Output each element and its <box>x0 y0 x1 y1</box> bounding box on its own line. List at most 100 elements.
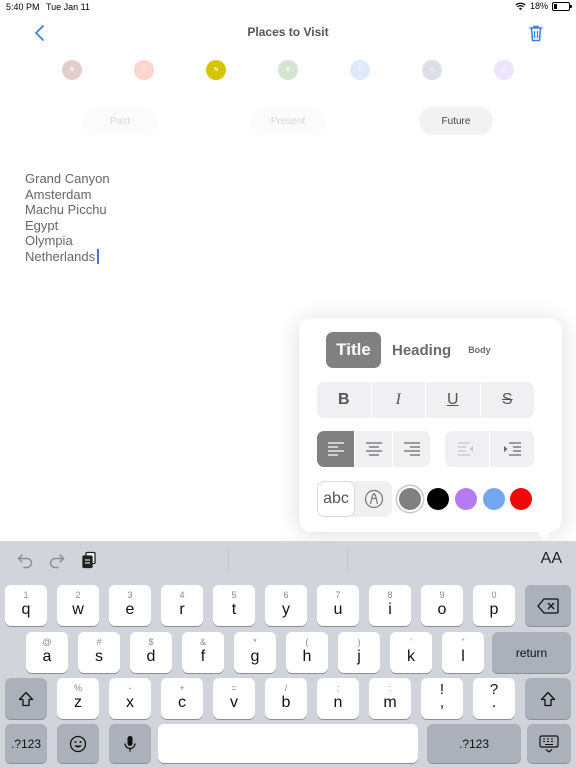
category-dots: R I N B F I S <box>0 60 576 82</box>
status-right: 18% <box>515 1 572 11</box>
undo-icon[interactable] <box>16 551 34 569</box>
key-z[interactable]: % z <box>57 678 99 719</box>
align-right-button[interactable] <box>393 431 430 467</box>
align-right-icon <box>403 442 420 456</box>
color-swatch[interactable] <box>455 488 477 510</box>
key-n[interactable]: ; n <box>317 678 359 719</box>
tab-present[interactable]: Present <box>251 107 325 135</box>
key-p[interactable]: 0p <box>473 585 515 626</box>
italic-button[interactable]: I <box>372 382 426 418</box>
color-swatch[interactable] <box>399 488 421 510</box>
indent-button[interactable] <box>490 431 534 467</box>
key-c[interactable]: + c <box>161 678 203 719</box>
toolbar-divider <box>228 549 229 571</box>
align-left-button[interactable] <box>317 431 355 467</box>
style-body-button[interactable]: Body <box>468 345 491 355</box>
category-dot[interactable]: I <box>134 60 154 80</box>
bold-button[interactable]: B <box>317 382 372 418</box>
key-l[interactable]: " l <box>442 632 484 673</box>
category-dot[interactable]: B <box>278 60 298 80</box>
format-buttons: B I U S <box>317 382 534 418</box>
time-segments: Past Present Future <box>0 107 576 135</box>
style-title-button[interactable]: Title <box>326 332 381 368</box>
key-w[interactable]: 2w <box>57 585 99 626</box>
key-k[interactable]: ' k <box>390 632 432 673</box>
trash-icon[interactable] <box>528 24 544 42</box>
strikethrough-button[interactable]: S <box>481 382 535 418</box>
category-dot[interactable]: N <box>206 60 226 80</box>
marker-icon <box>364 489 383 509</box>
text-style-row: Title Heading Body <box>326 332 491 368</box>
key-m[interactable]: :m <box>369 678 411 719</box>
space-bar[interactable] <box>158 724 418 763</box>
category-dot[interactable]: S <box>494 60 514 80</box>
key-i[interactable]: 8i <box>369 585 411 626</box>
text-format-button[interactable]: AA <box>541 550 562 568</box>
paste-icon[interactable] <box>80 551 98 569</box>
color-swatch[interactable] <box>510 488 532 510</box>
text-cursor <box>97 248 100 264</box>
key-r[interactable]: 4r <box>161 585 203 626</box>
alignment-buttons <box>317 431 430 467</box>
key-comma[interactable]: !, <box>421 678 463 719</box>
highlight-button[interactable] <box>355 481 392 517</box>
key-e[interactable]: 3e <box>109 585 151 626</box>
note-line: Machu Picchu <box>25 202 107 218</box>
key-o[interactable]: 9o <box>421 585 463 626</box>
shift-icon <box>18 691 34 706</box>
note-line: Olympia <box>25 233 73 249</box>
key-x[interactable]: -x <box>109 678 151 719</box>
key-b[interactable]: / b <box>265 678 307 719</box>
dismiss-keyboard-key[interactable] <box>527 724 571 763</box>
redo-icon[interactable] <box>48 551 66 569</box>
align-center-button[interactable] <box>355 431 393 467</box>
note-line: Amsterdam <box>25 186 92 202</box>
color-swatch[interactable] <box>483 488 505 510</box>
category-dot[interactable]: F <box>350 60 370 80</box>
key-y[interactable]: 6y <box>265 585 307 626</box>
shift-key-left[interactable] <box>5 678 47 719</box>
backspace-icon <box>537 597 559 614</box>
note-text-area[interactable]: Grand Canyon Amsterdam Machu Picchu Egyp… <box>25 171 110 265</box>
key-h[interactable]: (h <box>286 632 328 673</box>
shift-key-right[interactable] <box>525 678 571 719</box>
nav-bar: Places to Visit <box>0 20 576 46</box>
tab-past[interactable]: Past <box>83 107 157 135</box>
key-q[interactable]: 1q <box>5 585 47 626</box>
indent-buttons <box>445 431 534 467</box>
note-line: Grand Canyon <box>25 171 110 186</box>
outdent-button[interactable] <box>445 431 490 467</box>
key-u[interactable]: 7u <box>317 585 359 626</box>
category-dot[interactable]: I <box>422 60 442 80</box>
key-a[interactable]: @ a <box>26 632 68 673</box>
key-j[interactable]: ) j <box>338 632 380 673</box>
emoji-key[interactable] <box>57 724 99 763</box>
status-date: Tue Jan 11 <box>46 2 91 12</box>
numbers-key-left[interactable]: .?123 <box>5 724 47 763</box>
toolbar-divider <box>347 549 348 571</box>
note-line: Egypt <box>25 217 59 233</box>
dictation-key[interactable] <box>109 724 151 763</box>
key-f[interactable]: & f <box>182 632 224 673</box>
battery-icon <box>552 1 572 11</box>
tab-future[interactable]: Future <box>419 107 493 135</box>
key-s[interactable]: # s <box>78 632 120 673</box>
style-heading-button[interactable]: Heading <box>392 342 451 359</box>
battery-percent: 18% <box>529 1 548 11</box>
color-row: abc <box>317 481 550 517</box>
numbers-key-right[interactable]: .?123 <box>427 724 521 763</box>
key-period[interactable]: ?. <box>473 678 515 719</box>
key-t[interactable]: 5t <box>213 585 255 626</box>
underline-button[interactable]: U <box>426 382 481 418</box>
delete-key[interactable] <box>525 585 571 626</box>
key-g[interactable]: * g <box>234 632 276 673</box>
category-dot[interactable]: R <box>62 60 82 80</box>
shift-icon <box>540 691 556 706</box>
color-swatch[interactable] <box>427 488 449 510</box>
return-key[interactable]: return <box>492 632 571 673</box>
key-v[interactable]: = v <box>213 678 255 719</box>
wifi-icon <box>515 2 526 10</box>
text-color-button[interactable]: abc <box>317 481 355 517</box>
key-d[interactable]: $ d <box>130 632 172 673</box>
status-time: 5:40 PM <box>6 2 40 12</box>
